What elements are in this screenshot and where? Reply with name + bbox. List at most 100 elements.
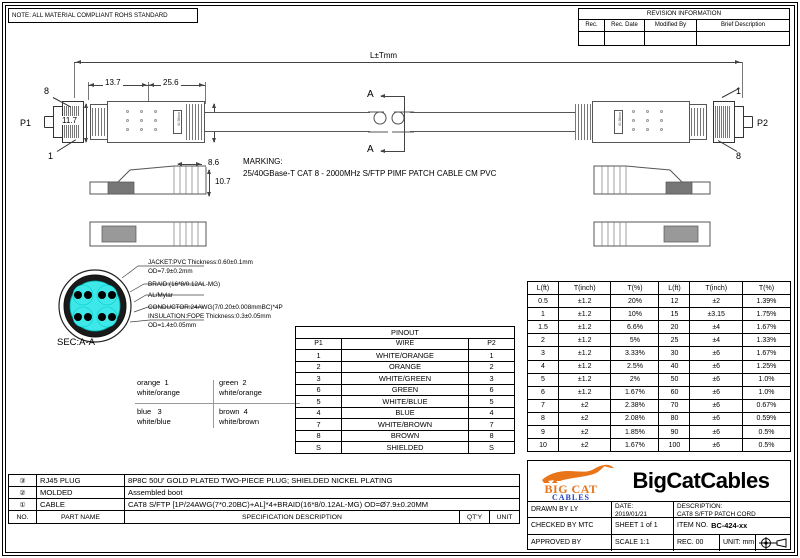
boot-ribs-left [92,108,106,136]
tolerance-cell: ±6 [689,398,743,413]
tolerance-cell: ±1.2 [557,359,612,374]
ext-line-overall-left [74,62,75,98]
pair-2-name: green [219,378,239,387]
boot-text-plate-left: 40.98mm [173,110,182,134]
revision-table: REVISION INFORMATION Rec. Rec. Date Modi… [578,8,790,46]
section-note-jacket-od: OD=7.9±0.2mm [148,268,193,275]
bom-col-no: NO. [8,510,37,524]
tolerance-cell: 60 [658,385,691,400]
tolerance-cell: ±1.2 [557,385,612,400]
tolerance-cell: 90 [658,425,691,440]
pinout-cell: 7 [295,418,342,431]
item-no-label: ITEM NO. [677,522,709,530]
bottom-view-left-plug [89,221,207,247]
section-note-al-mylar: AL/Mylar [148,292,173,299]
pair-3-num: 3 [157,407,162,416]
boot-text-plate-right: 40.98mm [614,110,623,134]
tolerance-cell: 1.39% [741,294,792,309]
tolerance-cell: 80 [658,411,691,427]
pinout-cell: 3 [468,372,515,385]
dim-arrow-13-7-right [142,82,147,87]
section-note-jacket: JACKET:PVC Thickness:0.60±0.1mm [148,259,253,266]
tol-col-tpct-2: T(%) [741,280,792,296]
tolerance-cell: ±2 [557,398,612,413]
tolerance-cell: ±4 [689,320,743,335]
cable-run-left [205,112,370,132]
unit: UNIT: mm [720,534,756,551]
tolerance-cell: 1.67% [741,320,792,335]
bom-col-part-name: PART NAME [36,510,125,524]
table-row: 1.5 ±1.2 6.6% 20 ±4 1.67% [527,320,792,335]
pair-1-name: orange [137,378,161,387]
tolerance-cell: ±3.15 [689,307,743,322]
dim-arrow-25-6-right [199,82,204,87]
pinout-cell: 4 [468,406,515,419]
pair-1-mate: white/orange [137,388,180,397]
tolerance-cell: 25 [658,333,691,348]
bom-footer-row: NO. PART NAME SPECIFICATION DESCRIPTION QT'… [8,510,520,524]
date-field: DATE: 2019/01/21 [612,502,674,518]
tolerance-cell: 40 [658,359,691,374]
tolerance-cell: 3.33% [610,346,660,361]
tolerance-cell: ±2 [689,294,743,309]
pair-1: orange 1 white/orange [137,378,180,398]
tolerance-cell: 6.6% [610,320,660,335]
pair-3: blue 3 white/blue [137,407,171,427]
table-row: 3 WHITE/GREEN 3 [295,372,515,385]
dim-8-6: 8.6 [206,158,222,167]
section-view-label: SEC:A-A [57,337,96,348]
dim-arrow-11-7-bottom [84,138,88,143]
pinout-col-p2: P2 [468,337,515,350]
section-arrow-top [380,93,385,98]
pair-2: green 2 white/orange [219,378,262,398]
tolerance-table: L(ft) T(inch) T(%) L(ft) T(inch) T(%) 0.… [527,280,792,453]
title-block: BIG CAT CABLES BigCatCables DRAWN BY LY … [527,460,791,551]
pinout-cell: 3 [295,372,342,385]
tolerance-cell: ±6 [689,425,743,440]
tolerance-cell: 70 [658,398,691,413]
dim-25-6: 25.6 [161,78,181,87]
bom-spec: CAT8 S/FTP [1P/24AWG(7*0.20BC)+AL]*4+BRA… [124,498,520,511]
pinout-cell: 8 [295,429,342,442]
tolerance-cell: ±6 [689,372,743,387]
marking-text: 25/40GBase-T CAT 8 - 2000MHz S/FTP PIMF … [243,169,497,178]
tolerance-cell: 0.59% [741,411,792,427]
tol-col-tpct-1: T(%) [610,280,660,296]
title-block-row-2: CHECKED BY MTC SHEET 1 of 1 ITEM NO. BC-… [528,518,790,535]
cable-run-right [410,112,575,132]
tolerance-header-row: L(ft) T(inch) T(%) L(ft) T(inch) T(%) [527,280,792,296]
pair-color-legend: orange 1 white/orange green 2 white/oran… [135,378,300,430]
pin-callout-1-left: 1 [48,151,54,161]
pinout-cell: S [295,441,342,454]
description-field: DESCRIPTION: CAT8 S/FTP PATCH CORD [674,502,790,517]
revision-col-rec-date: Rec. Date [605,20,645,31]
pinout-cell: 6 [295,383,342,396]
dim-10-7: 10.7 [213,177,233,186]
pinout-col-wire: WIRE [341,337,469,350]
tol-col-lft-1: L(ft) [527,280,559,296]
tolerance-cell: 1.67% [610,385,660,400]
tolerance-cell: ±1.2 [557,294,612,309]
section-note-insulation: INSULATION:FOPE Thickness:0.3±0.05mm [148,313,271,320]
bom-item-no: ③ [8,474,37,487]
pin-callout-8-left: 8 [44,86,50,96]
tolerance-cell: 5% [610,333,660,348]
bom-table: ③ RJ45 PLUG 8P8C 50U' GOLD PLATED TWO-PIEC… [8,474,520,524]
table-row: ① CABLE CAT8 S/FTP [1P/24AWG(7*0.20BC)+AL]… [8,498,520,511]
date-label: DATE: [615,503,634,510]
tolerance-cell: 0.5 [527,294,559,309]
tolerance-cell: 4 [527,359,559,374]
pinout-cell: 4 [295,406,342,419]
tolerance-cell: 1.25% [741,359,792,374]
tolerance-cell: ±6 [689,359,743,374]
dim-arrow-13-7-left [89,82,94,87]
tolerance-cell: 5 [527,372,559,387]
pinout-col-p1: P1 [295,337,342,350]
table-row: S SHIELDED S [295,441,515,454]
description-label: DESCRIPTION: [677,503,723,510]
description-value: CAT8 S/FTP PATCH CORD [677,510,756,518]
pinout-cell: S [468,441,515,454]
tolerance-cell: 1.0% [741,372,792,387]
dim-11-7: 11.7 [60,116,79,125]
revision-header-row: Rec. Rec. Date Modified By Brief Descrip… [579,20,789,32]
